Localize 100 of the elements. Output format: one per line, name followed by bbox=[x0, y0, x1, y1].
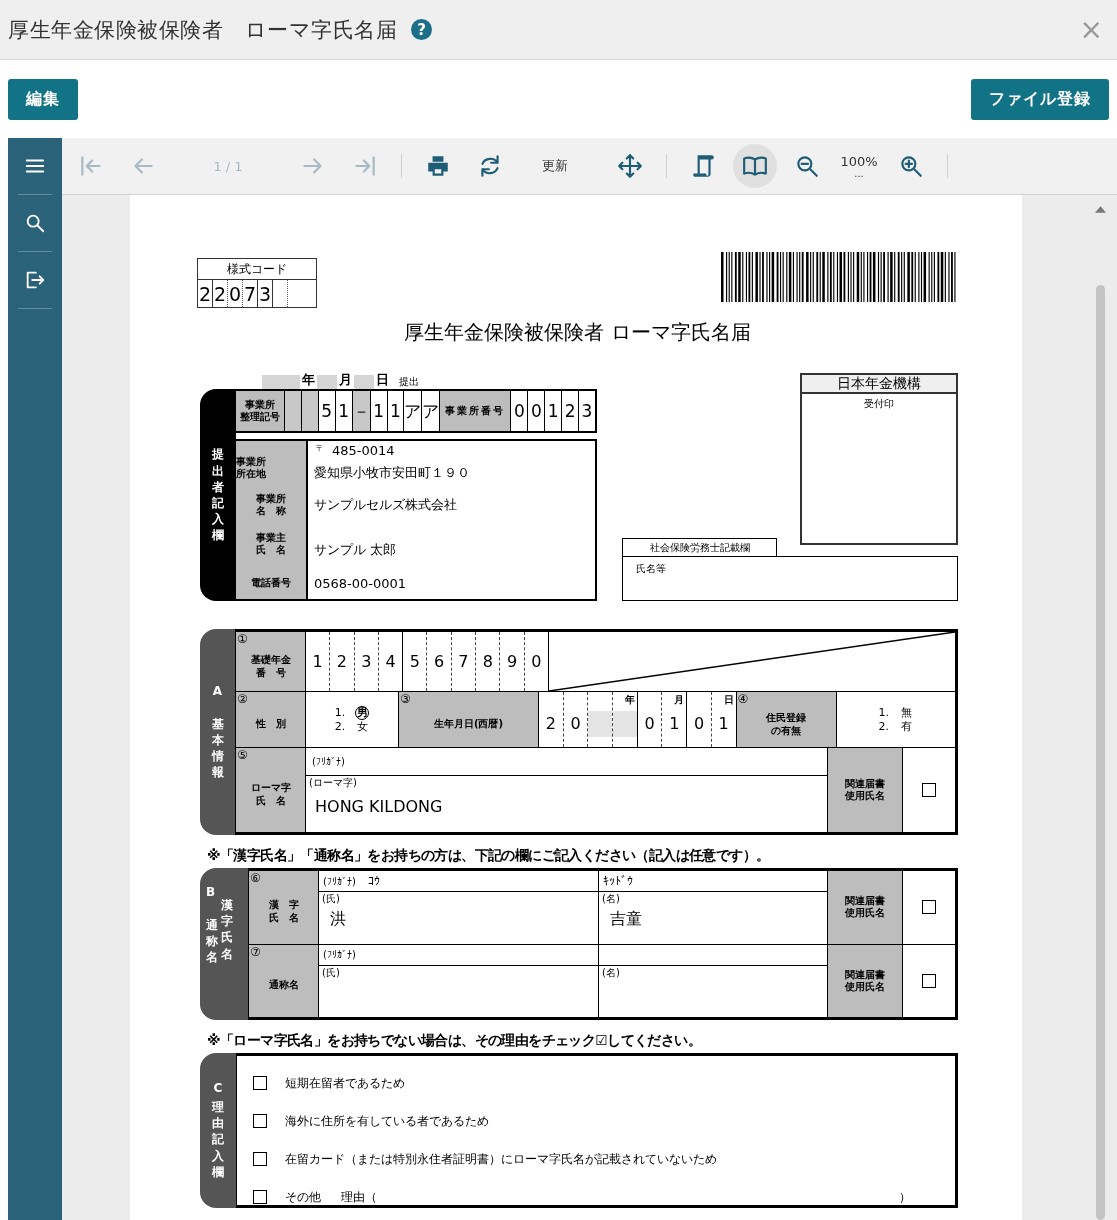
date-unit: 年 bbox=[624, 693, 635, 707]
scrollbar-thumb[interactable] bbox=[1095, 285, 1105, 1220]
field-label: 関連届書 bbox=[845, 778, 885, 790]
option-number: 1. bbox=[878, 705, 889, 720]
book-button[interactable] bbox=[733, 144, 777, 188]
blurred-value bbox=[262, 375, 300, 389]
field-label: 住民登録 bbox=[766, 710, 806, 724]
code-cell: 5 bbox=[318, 391, 336, 431]
birth-digit: 2 bbox=[545, 713, 556, 733]
blurred-value bbox=[317, 375, 337, 389]
print-icon[interactable] bbox=[425, 153, 451, 179]
item-number: ④ bbox=[736, 692, 750, 706]
number-digit: 6 bbox=[427, 632, 452, 691]
zoom-out-icon[interactable] bbox=[794, 153, 820, 179]
checkbox[interactable] bbox=[253, 1114, 267, 1128]
field-value: HONG KILDONG bbox=[315, 797, 444, 816]
field-label: 事業所 bbox=[245, 399, 275, 411]
code-cell: ア bbox=[404, 391, 423, 431]
field-label: 整理記号 bbox=[240, 411, 280, 423]
more-icon[interactable]: ... bbox=[854, 170, 864, 178]
field-value: 吉童 bbox=[610, 909, 643, 930]
number-digit: 4 bbox=[378, 632, 404, 691]
field-label: 使用氏名 bbox=[845, 907, 885, 920]
number-digit: 3 bbox=[354, 632, 379, 691]
field-label: 関連届書 bbox=[845, 968, 885, 981]
page-title: 厚生年金保険被保険者 ローマ字氏名届 bbox=[8, 16, 397, 44]
stamp-title: 日本年金機構 bbox=[802, 375, 956, 394]
date-unit: 日 bbox=[376, 371, 389, 389]
checkbox[interactable] bbox=[253, 1190, 267, 1204]
option-label[interactable]: 女 bbox=[355, 719, 370, 734]
date-unit: 月 bbox=[674, 693, 685, 707]
birth-digit: 0 bbox=[693, 713, 705, 733]
checkbox[interactable] bbox=[253, 1076, 267, 1090]
number-digit: 1 bbox=[306, 632, 331, 691]
export-icon[interactable] bbox=[24, 269, 46, 291]
field-value: サンプルセルズ株式会社 bbox=[314, 496, 458, 514]
option-number: 2. bbox=[878, 719, 889, 734]
number-digit: 9 bbox=[500, 632, 525, 691]
option-number: 2. bbox=[334, 719, 346, 734]
option-number: 1. bbox=[334, 705, 346, 720]
help-icon[interactable]: ? bbox=[411, 19, 432, 40]
field-label: (ﾌﾘｶﾞﾅ) bbox=[323, 948, 356, 961]
section-title: 理由記入欄 bbox=[212, 1099, 224, 1180]
checkbox[interactable] bbox=[922, 973, 936, 988]
birth-digit: 1 bbox=[718, 713, 729, 733]
field-label: (ローマ字) bbox=[309, 776, 358, 789]
blurred-value bbox=[354, 375, 374, 389]
field-label: 所在地 bbox=[236, 468, 266, 480]
field-label: ） bbox=[899, 1188, 911, 1206]
field-label: (ﾌﾘｶﾞﾅ) bbox=[323, 874, 356, 888]
section-letter: C bbox=[213, 1081, 223, 1096]
section-title: 基本情報 bbox=[211, 715, 224, 781]
date-unit: 月 bbox=[339, 371, 352, 389]
item-number: ② bbox=[236, 692, 249, 706]
code-cell: 1 bbox=[545, 391, 563, 431]
field-label: 番 号 bbox=[255, 665, 286, 679]
zoom-in-icon[interactable] bbox=[898, 153, 924, 179]
number-digit: 5 bbox=[403, 632, 428, 691]
submit-label: 提出 bbox=[399, 375, 419, 389]
option-label: その他 bbox=[285, 1188, 321, 1206]
field-label: (名) bbox=[602, 965, 621, 979]
zoom-level[interactable]: 100% bbox=[840, 154, 878, 170]
option-label[interactable]: 有 bbox=[899, 719, 913, 734]
field-label: 名 称 bbox=[256, 505, 286, 517]
field-value: 485-0014 bbox=[332, 443, 395, 458]
section-title: 漢字氏名 bbox=[221, 897, 233, 962]
code-cell-text: 3 bbox=[580, 400, 594, 423]
field-label: 事業所 bbox=[256, 493, 286, 505]
edit-button[interactable]: 編集 bbox=[8, 79, 78, 120]
checkbox[interactable] bbox=[922, 783, 936, 797]
birth-digit: 1 bbox=[669, 713, 680, 733]
register-file-button[interactable]: ファイル登録 bbox=[971, 79, 1109, 120]
field-label: 電話番号 bbox=[251, 577, 291, 589]
field-label: 氏 名 bbox=[256, 544, 286, 556]
scroll-up-icon[interactable] bbox=[1094, 206, 1106, 213]
refresh-button[interactable]: 更新 bbox=[520, 144, 590, 188]
field-value: ｺｳ bbox=[367, 874, 380, 888]
code-cell: 0 bbox=[528, 391, 546, 431]
field-value: ｷｯﾄﾞｳ bbox=[603, 874, 633, 888]
option-label[interactable]: 無 bbox=[899, 705, 913, 720]
form-code-label: 様式コード bbox=[198, 259, 316, 280]
postal-mark: 〒 bbox=[316, 443, 324, 454]
agent-title: 社会保険労務士記載欄 bbox=[622, 538, 777, 556]
number-digit: 7 bbox=[451, 632, 477, 691]
field-label: 氏 名 bbox=[268, 911, 299, 925]
move-icon[interactable] bbox=[617, 153, 643, 179]
checkbox[interactable] bbox=[922, 900, 936, 915]
form-title: 厚生年金保険被保険者 ローマ字氏名届 bbox=[403, 319, 752, 346]
checkbox[interactable] bbox=[253, 1152, 267, 1166]
birth-digit: 0 bbox=[644, 713, 655, 733]
field-label: ローマ字 bbox=[250, 781, 291, 794]
code-cell: 0 bbox=[511, 391, 529, 431]
item-number: ③ bbox=[399, 692, 412, 706]
field-label: 漢 字 bbox=[268, 898, 299, 912]
field-label: 氏 名 bbox=[255, 794, 286, 807]
field-label: 氏名等 bbox=[636, 563, 666, 574]
stamp-label: 受付印 bbox=[863, 397, 895, 411]
search-icon[interactable] bbox=[24, 212, 46, 234]
field-label: (氏) bbox=[322, 892, 341, 905]
field-value: 愛知県小牧市安田町１９０ bbox=[314, 464, 471, 482]
